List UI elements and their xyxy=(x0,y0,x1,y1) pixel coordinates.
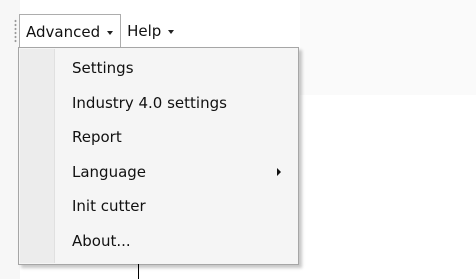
text-cursor xyxy=(138,264,139,279)
menu-item-label: Settings xyxy=(72,59,134,78)
menu-bar: Advanced Help xyxy=(14,14,181,48)
submenu-arrow-icon xyxy=(277,167,281,176)
menu-item-label: About... xyxy=(72,231,131,250)
menu-item-list: Settings Industry 4.0 settings Report La… xyxy=(19,51,298,258)
caret-down-icon xyxy=(168,30,175,34)
menu-item-label: Init cutter xyxy=(72,197,146,216)
menu-help-label: Help xyxy=(127,22,162,40)
menu-item-label: Language xyxy=(72,162,147,181)
menu-item-about[interactable]: About... xyxy=(19,224,298,259)
menu-item-industry-settings[interactable]: Industry 4.0 settings xyxy=(19,86,298,121)
menu-item-init-cutter[interactable]: Init cutter xyxy=(19,189,298,224)
menu-advanced[interactable]: Advanced xyxy=(19,14,122,48)
menu-help[interactable]: Help xyxy=(121,14,181,48)
menu-item-label: Report xyxy=(72,128,122,147)
menu-item-settings[interactable]: Settings xyxy=(19,51,298,86)
caret-down-icon xyxy=(107,30,114,35)
menu-item-language[interactable]: Language xyxy=(19,155,298,190)
menu-item-label: Industry 4.0 settings xyxy=(72,93,227,112)
background-panel xyxy=(300,0,476,95)
menu-advanced-label: Advanced xyxy=(26,22,101,41)
grip-icon[interactable] xyxy=(14,19,17,43)
advanced-dropdown-menu: Settings Industry 4.0 settings Report La… xyxy=(18,47,299,265)
menu-item-report[interactable]: Report xyxy=(19,120,298,155)
application-window: Advanced Help Settings Industry 4.0 sett… xyxy=(0,0,476,279)
